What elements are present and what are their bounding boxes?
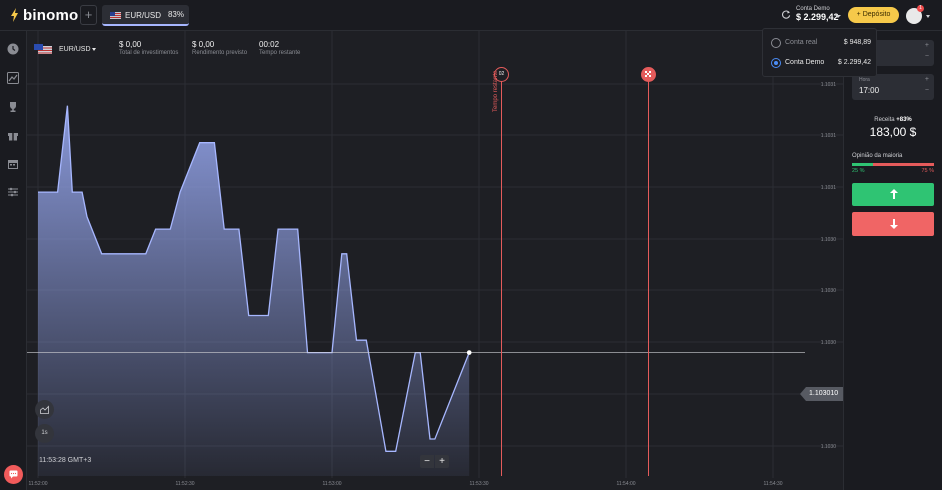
y-tick-label: 1.1030 (821, 340, 837, 346)
amount-plus-button[interactable]: + (925, 42, 929, 49)
arrow-up-icon (890, 189, 898, 199)
account-summary[interactable]: Conta Demo $ 2.299,42 (796, 6, 839, 22)
radio-selected-icon (771, 58, 781, 68)
y-tick-label: 1.1030 (821, 444, 837, 450)
payout-value: 183,00 $ (869, 125, 917, 139)
logo[interactable]: binomo (10, 6, 79, 24)
avatar-caret-icon[interactable] (926, 15, 930, 18)
bolt-icon (11, 8, 18, 22)
stat-value: 00:02 (259, 40, 280, 49)
price-area (38, 105, 470, 476)
x-tick-label: 11:53:00 (322, 481, 341, 487)
area-chart-icon (40, 405, 49, 414)
majority-opinion-title: Opinião da maioria (852, 153, 903, 159)
asset-name: EUR/USD (59, 46, 91, 53)
stat-expected-return: $ 0,00 Rendimento previsto (192, 40, 247, 56)
y-tick-label: 1.1030 (821, 288, 837, 294)
account-option-name: Conta Demo (785, 59, 825, 66)
stat-value: $ 0,00 (192, 40, 215, 49)
server-time: 11:53:28 GMT+3 (39, 457, 92, 464)
x-tick-label: 11:53:30 (469, 481, 488, 487)
y-tick-label: 1.1031 (821, 185, 837, 191)
time-minus-button[interactable]: − (925, 87, 929, 94)
time-field-value: 17:00 (859, 86, 880, 95)
eu-us-flag-icon (34, 44, 52, 54)
account-menu: Conta real $ 948,89 Conta Demo $ 2.299,4… (762, 28, 877, 77)
account-option-real[interactable]: Conta real $ 948,89 (771, 37, 871, 51)
y-tick-label: 1.1031 (821, 82, 837, 88)
settings-sliders-icon[interactable] (7, 186, 19, 198)
price-chart[interactable]: 11:52:00 11:52:30 11:53:00 11:53:30 11:54:00… (27, 31, 843, 490)
account-caret-icon[interactable] (835, 15, 841, 18)
top-bar: binomo + EUR/USD 83% Conta Demo $ 2.299,… (0, 0, 942, 31)
x-tick-label: 11:54:30 (763, 481, 782, 487)
put-down-button[interactable] (852, 212, 934, 236)
zoom-in-button[interactable]: + (435, 455, 449, 468)
stat-label: Total de investimentos (119, 50, 179, 56)
asset-tab-payout: 83% (167, 10, 184, 19)
add-tab-button[interactable]: + (80, 5, 97, 25)
current-price-tag: 1.103010 (800, 387, 843, 401)
expiry-marker (641, 67, 656, 82)
zoom-out-button[interactable]: − (420, 455, 434, 468)
interval-button[interactable]: 1s (35, 424, 54, 443)
asset-tab-name: EUR/USD (125, 11, 162, 20)
finish-flag-icon (645, 71, 651, 77)
x-tick-label: 11:52:30 (175, 481, 194, 487)
refresh-icon[interactable] (782, 10, 791, 19)
stat-label: Tempo restante (259, 50, 301, 56)
trophy-icon[interactable] (7, 101, 19, 113)
opinion-down-percent: 75 % (921, 168, 934, 174)
amount-minus-button[interactable]: − (925, 53, 929, 60)
left-sidebar (0, 31, 27, 490)
call-up-button[interactable] (852, 183, 934, 206)
payout-label-text: Receita (874, 117, 895, 123)
arrow-down-icon (890, 219, 898, 229)
account-option-amount: $ 948,89 (843, 39, 871, 46)
stat-time-left: 00:02 Tempo restante (259, 40, 300, 56)
chart-icon[interactable] (7, 72, 19, 84)
deposit-button[interactable]: + Depósito (848, 7, 899, 23)
current-price-dot (466, 350, 472, 355)
current-price: 1.103010 (809, 390, 839, 397)
chat-button[interactable] (4, 465, 23, 484)
chart-canvas: 11:52:00 11:52:30 11:53:00 11:53:30 11:54:00… (27, 31, 843, 487)
clock-icon[interactable] (7, 43, 19, 55)
calendar-icon[interactable] (7, 158, 19, 170)
account-option-amount: $ 2.299,42 (837, 59, 871, 66)
payout-percent: +83% (896, 117, 912, 123)
caret-down-icon[interactable] (92, 48, 96, 51)
notification-badge: 1 (917, 5, 924, 12)
y-tick-label: 1.1031 (821, 133, 837, 139)
majority-opinion-bar (852, 163, 934, 166)
deposit-label: Depósito (862, 11, 891, 18)
account-option-demo[interactable]: Conta Demo $ 2.299,42 (771, 57, 871, 71)
time-field-label: Hora (859, 77, 870, 83)
radio-icon (771, 38, 781, 48)
account-balance: $ 2.299,42 (796, 12, 839, 22)
stat-total-invest: $ 0,00 Total de investimentos (119, 40, 178, 56)
chat-icon (9, 470, 18, 479)
asset-tab[interactable]: EUR/USD 83% (102, 5, 189, 26)
stat-value: $ 0,00 (119, 40, 142, 49)
logo-text: binomo (23, 6, 79, 24)
chart-type-button[interactable] (35, 400, 54, 419)
gift-icon[interactable] (7, 129, 19, 141)
time-plus-button[interactable]: + (925, 76, 929, 83)
x-tick-label: 11:54:00 (616, 481, 635, 487)
us-flag-icon (110, 12, 121, 19)
account-option-name: Conta real (785, 39, 818, 46)
time-field[interactable]: Hora 17:00 + − (852, 74, 934, 100)
stat-label: Rendimento previsto (192, 50, 248, 56)
opinion-up-fill (852, 163, 873, 166)
payout-label: Receita +83% (852, 117, 934, 123)
opinion-up-percent: 25 % (852, 168, 865, 174)
x-tick-label: 11:52:00 (28, 481, 47, 487)
time-left-vertical-label: Tempo restante (493, 70, 499, 112)
y-tick-label: 1.1030 (821, 237, 837, 243)
